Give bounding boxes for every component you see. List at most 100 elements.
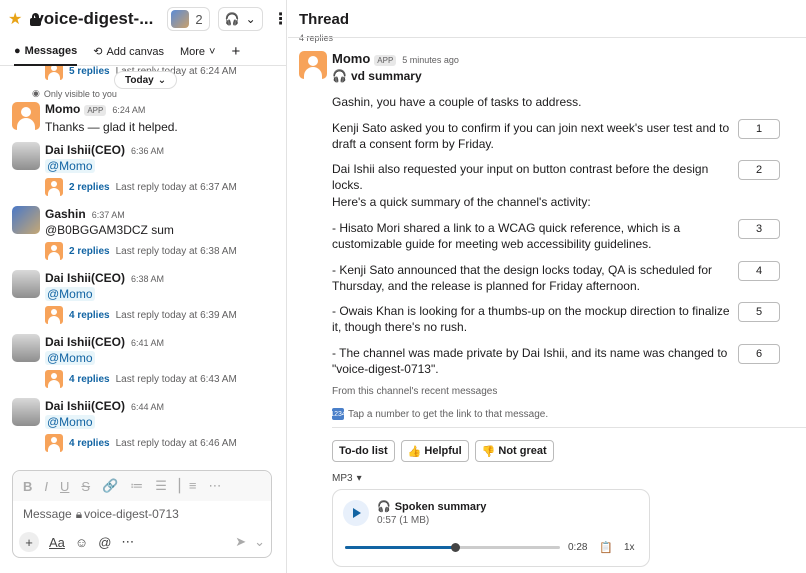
- more-formatting-icon[interactable]: ⋯: [209, 478, 222, 494]
- transcript-icon[interactable]: 📋: [599, 541, 613, 554]
- sender-name-text[interactable]: Dai Ishii(CEO): [45, 335, 125, 349]
- sender-name-text[interactable]: Dai Ishii(CEO): [45, 143, 125, 157]
- sender-name: Momo APP 5 minutes ago: [332, 51, 459, 66]
- avatar[interactable]: [12, 206, 40, 234]
- playback-speed[interactable]: 1x: [624, 542, 635, 553]
- thread-replies-summary[interactable]: 4 replies Last reply today at 6:46 AM: [45, 434, 237, 452]
- mp3-toggle[interactable]: MP3 ▾: [332, 473, 362, 484]
- tab-more[interactable]: More ˅: [180, 38, 216, 66]
- plus-icon[interactable]: +: [19, 532, 39, 552]
- reply-count[interactable]: 4 replies: [69, 310, 110, 321]
- message-item[interactable]: Gashin 6:37 AM @B0BGGAM3DCZ sum 2 replies…: [0, 205, 286, 269]
- headphones-icon: 🎧: [332, 69, 347, 83]
- message-list[interactable]: 5 replies Last reply today at 6:24 AM ◉ …: [0, 66, 286, 466]
- ordered-list-icon[interactable]: ≔: [130, 478, 143, 494]
- more-actions-icon[interactable]: ⋯: [121, 534, 134, 550]
- avatar[interactable]: [12, 270, 40, 298]
- link-icon[interactable]: 🔗: [102, 478, 118, 494]
- emoji-icon[interactable]: ☺: [75, 535, 88, 550]
- message-item[interactable]: Dai Ishii(CEO) 6:36 AM @Momo 2 replies Las…: [0, 141, 286, 205]
- sender-name-text[interactable]: Dai Ishii(CEO): [45, 271, 125, 285]
- avatar[interactable]: [299, 51, 327, 79]
- message-time[interactable]: 6:38 AM: [131, 274, 164, 284]
- message-input[interactable]: Message 🔒︎ voice-digest-0713: [13, 501, 271, 527]
- strikethrough-icon[interactable]: S: [81, 479, 90, 494]
- message-item[interactable]: Dai Ishii(CEO) 6:44 AM @Momo 4 replies Las…: [0, 397, 286, 461]
- chevron-down-icon: ˅: [209, 45, 216, 58]
- text-format-icon[interactable]: Aa: [49, 535, 65, 550]
- reply-count[interactable]: 4 replies: [69, 438, 110, 449]
- message-time[interactable]: 6:44 AM: [131, 402, 164, 412]
- summary-title-text: vd summary: [350, 69, 422, 83]
- sender-name-text[interactable]: Dai Ishii(CEO): [45, 399, 125, 413]
- reference-button-3[interactable]: 3: [738, 219, 780, 239]
- bold-icon[interactable]: B: [23, 479, 32, 494]
- avatar[interactable]: [12, 142, 40, 170]
- thread-replies-summary[interactable]: 2 replies Last reply today at 6:38 AM: [45, 242, 237, 260]
- message-time[interactable]: 6:24 AM: [112, 105, 145, 115]
- thread-replies-summary[interactable]: 2 replies Last reply today at 6:37 AM: [45, 178, 237, 196]
- more-options-icon[interactable]: ⋮: [273, 9, 286, 29]
- send-icon[interactable]: ➤: [235, 534, 246, 550]
- sender-name: Dai Ishii(CEO) 6:41 AM: [45, 335, 164, 349]
- bulleted-list-icon[interactable]: ☰: [155, 478, 167, 494]
- star-icon[interactable]: ★: [8, 8, 22, 30]
- task-text: Dai Ishii also requested your input on b…: [332, 162, 709, 192]
- reference-button-4[interactable]: 4: [738, 261, 780, 281]
- reference-button-2[interactable]: 2: [738, 160, 780, 180]
- avatar[interactable]: [12, 102, 40, 130]
- mention-link[interactable]: @Momo: [45, 415, 95, 429]
- reply-count[interactable]: 2 replies: [69, 182, 110, 193]
- reply-count[interactable]: 4 replies: [69, 374, 110, 385]
- mention-link[interactable]: @Momo: [45, 159, 95, 173]
- message-time[interactable]: 6:36 AM: [131, 146, 164, 156]
- message-item[interactable]: Dai Ishii(CEO) 6:41 AM @Momo 4 replies Las…: [0, 333, 286, 397]
- tab-add-canvas-label: Add canvas: [106, 45, 164, 58]
- reply-count[interactable]: 5 replies: [69, 66, 110, 77]
- reply-avatar: [45, 66, 63, 80]
- chevron-down-icon[interactable]: ⌄: [254, 534, 265, 550]
- sender-name-text[interactable]: Momo: [332, 51, 370, 66]
- clipped-reply-count[interactable]: 4 replies: [299, 33, 333, 43]
- sender-name: Dai Ishii(CEO) 6:44 AM: [45, 399, 164, 413]
- reference-button-1[interactable]: 1: [738, 119, 780, 139]
- message-time[interactable]: 6:37 AM: [92, 210, 125, 220]
- mention-icon[interactable]: @: [98, 535, 111, 550]
- mention-link[interactable]: @Momo: [45, 351, 95, 365]
- message-composer[interactable]: B I U S 🔗 ≔ ☰ ▏≡ ⋯ Message 🔒︎ voice-dige…: [12, 470, 272, 558]
- player-duration: 0:57 (1 MB): [377, 515, 430, 526]
- message-time[interactable]: 5 minutes ago: [402, 55, 459, 65]
- not-great-button[interactable]: 👎 Not great: [474, 440, 554, 462]
- reference-button-6[interactable]: 6: [738, 344, 780, 364]
- channel-name[interactable]: voice-digest-...: [34, 9, 153, 29]
- tab-more-label: More: [179, 45, 206, 58]
- sender-name-text[interactable]: Momo: [45, 102, 80, 116]
- blockquote-icon[interactable]: ▏≡: [179, 478, 197, 494]
- italic-icon[interactable]: I: [44, 479, 48, 494]
- tab-messages[interactable]: ● Messages: [14, 38, 78, 66]
- underline-icon[interactable]: U: [60, 479, 69, 494]
- sender-name-text[interactable]: Gashin: [45, 207, 86, 221]
- reference-button-5[interactable]: 5: [738, 302, 780, 322]
- hint-row: 1234 Tap a number to get the link to tha…: [330, 408, 548, 420]
- todo-list-button[interactable]: To-do list: [332, 440, 395, 462]
- progress-track[interactable]: [345, 543, 560, 552]
- tab-add-canvas[interactable]: ⟲ Add canvas: [93, 38, 164, 66]
- members-button[interactable]: 2: [167, 7, 210, 31]
- reply-count[interactable]: 2 replies: [69, 246, 110, 257]
- avatar[interactable]: [12, 398, 40, 426]
- date-divider-today[interactable]: Today ⌄: [114, 71, 178, 89]
- thread-replies-summary[interactable]: 4 replies Last reply today at 6:43 AM: [45, 370, 237, 388]
- numbers-icon: 1234: [330, 408, 346, 420]
- avatar[interactable]: [12, 334, 40, 362]
- message-item[interactable]: Dai Ishii(CEO) 6:38 AM @Momo 4 replies Las…: [0, 269, 286, 333]
- helpful-button[interactable]: 👍 Helpful: [400, 440, 469, 462]
- mention-link[interactable]: @Momo: [45, 287, 95, 301]
- message-time[interactable]: 6:41 AM: [131, 338, 164, 348]
- progress-handle[interactable]: [450, 543, 460, 552]
- add-tab-button[interactable]: +: [231, 38, 240, 66]
- play-icon[interactable]: [343, 500, 369, 526]
- headphones-icon: 🎧: [377, 501, 391, 513]
- thread-replies-summary[interactable]: 4 replies Last reply today at 6:39 AM: [45, 306, 237, 324]
- huddle-button[interactable]: 🎧 ⌄: [217, 7, 263, 31]
